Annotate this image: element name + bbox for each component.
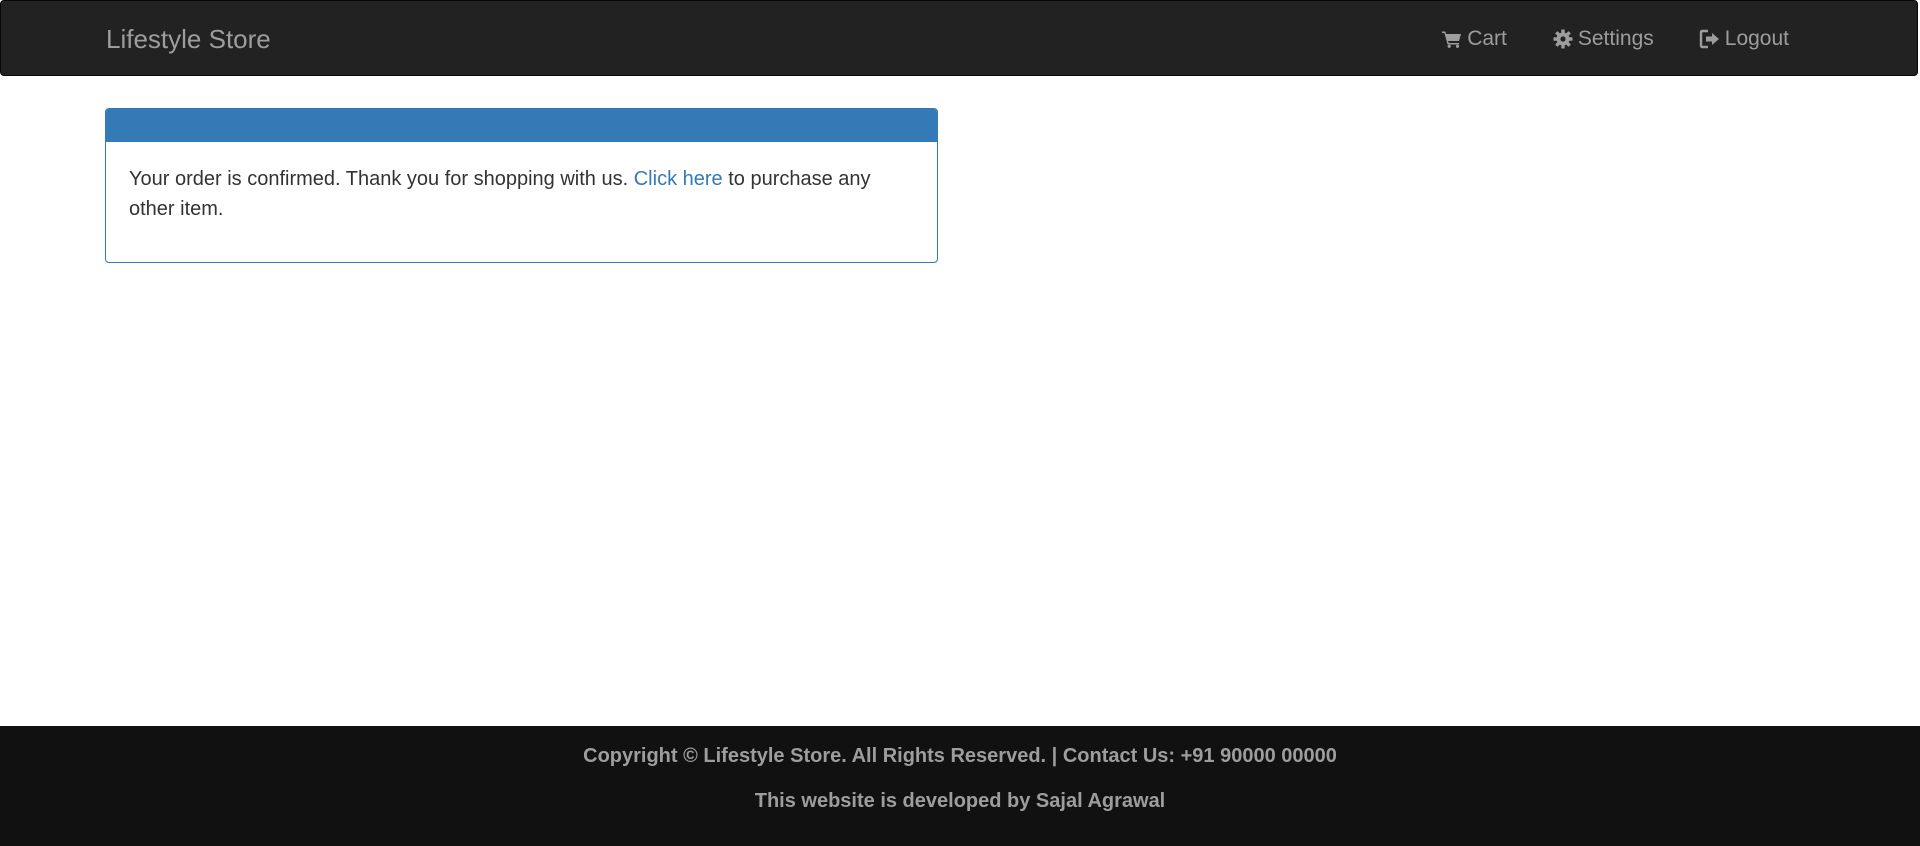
footer-developer-credit: This website is developed by Sajal Agraw… <box>754 790 1166 812</box>
nav-settings-link[interactable]: Settings <box>1552 27 1654 51</box>
gear-icon <box>1552 28 1574 50</box>
panel-body: Your order is confirmed. Thank you for s… <box>106 142 937 246</box>
nav-cart-link[interactable]: Cart <box>1441 27 1507 51</box>
click-here-link[interactable]: Click here <box>634 168 723 190</box>
nav-right-menu: Cart Settings Logout <box>1396 1 1789 77</box>
page: Lifestyle Store Cart Settings Logout You… <box>0 0 1920 846</box>
nav-cart-label: Cart <box>1467 27 1507 50</box>
top-navbar: Lifestyle Store Cart Settings Logout <box>0 0 1918 76</box>
panel-heading <box>106 109 937 142</box>
nav-logout-link[interactable]: Logout <box>1699 27 1789 51</box>
footer-copyright: Copyright © Lifestyle Store. All Rights … <box>583 745 1337 767</box>
order-confirmation-panel: Your order is confirmed. Thank you for s… <box>105 108 938 263</box>
page-footer: Copyright © Lifestyle Store. All Rights … <box>0 726 1920 846</box>
logout-icon <box>1699 28 1721 50</box>
nav-settings-label: Settings <box>1577 27 1654 50</box>
brand-link[interactable]: Lifestyle Store <box>106 1 271 77</box>
cart-icon <box>1441 28 1463 50</box>
nav-logout-label: Logout <box>1724 27 1789 50</box>
confirmation-message: Your order is confirmed. Thank you for s… <box>129 168 629 190</box>
